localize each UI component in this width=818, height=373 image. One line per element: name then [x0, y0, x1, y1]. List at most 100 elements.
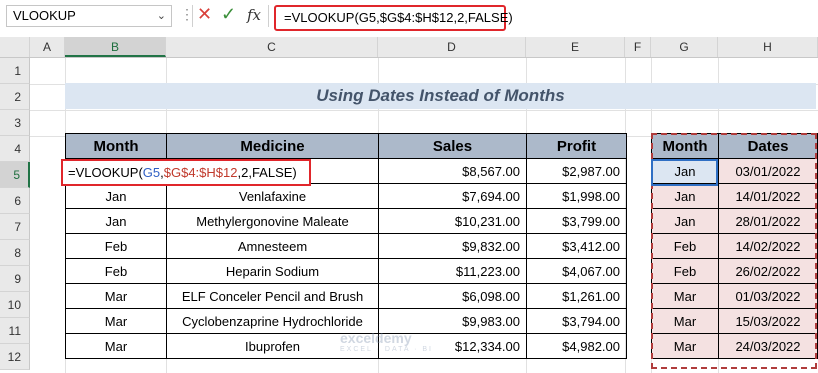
- cell-date[interactable]: 28/01/2022: [718, 208, 818, 234]
- cell-month[interactable]: Mar: [651, 308, 719, 334]
- table-row: Jan Methylergonovine Maleate $10,231.00 …: [65, 208, 627, 234]
- cancel-icon[interactable]: ✕: [197, 4, 212, 25]
- column-header-g[interactable]: G: [651, 37, 718, 57]
- cell-profit[interactable]: $1,998.00: [526, 183, 627, 209]
- formula-prefix: =VLOOKUP(: [68, 165, 143, 180]
- cell-medicine[interactable]: ELF Conceler Pencil and Brush: [166, 283, 379, 309]
- row-header-6[interactable]: 6: [0, 188, 30, 214]
- cell-date[interactable]: 24/03/2022: [718, 333, 818, 359]
- table-row: Feb Heparin Sodium $11,223.00 $4,067.00: [65, 258, 627, 284]
- cell-sales[interactable]: $10,231.00: [378, 208, 527, 234]
- cell-sales[interactable]: $11,223.00: [378, 258, 527, 284]
- row-header-8[interactable]: 8: [0, 240, 30, 266]
- cell-month[interactable]: Mar: [651, 283, 719, 309]
- cell-sales[interactable]: $9,832.00: [378, 233, 527, 259]
- column-header-h[interactable]: H: [718, 37, 818, 57]
- cell-profit[interactable]: $3,412.00: [526, 233, 627, 259]
- table-row: Feb Amnesteem $9,832.00 $3,412.00: [65, 233, 627, 259]
- table-row: Feb 14/02/2022: [651, 233, 818, 259]
- header-medicine[interactable]: Medicine: [166, 133, 379, 159]
- cell-month[interactable]: Jan: [651, 183, 719, 209]
- cell-month[interactable]: Jan: [651, 208, 719, 234]
- select-all-corner[interactable]: [0, 37, 30, 57]
- cell-profit[interactable]: $3,794.00: [526, 308, 627, 334]
- row-header-2[interactable]: 2: [0, 84, 30, 110]
- header-dates[interactable]: Dates: [718, 133, 818, 159]
- insert-function-icon[interactable]: fx: [247, 6, 261, 24]
- cell-date[interactable]: 14/02/2022: [718, 233, 818, 259]
- gridline: [30, 110, 818, 111]
- column-header-f[interactable]: F: [625, 37, 651, 57]
- cell-month[interactable]: Feb: [651, 233, 719, 259]
- cell-profit[interactable]: $3,799.00: [526, 208, 627, 234]
- header-sales[interactable]: Sales: [378, 133, 527, 159]
- cell-medicine[interactable]: Heparin Sodium: [166, 258, 379, 284]
- name-box-value: VLOOKUP: [13, 8, 76, 23]
- header-month[interactable]: Month: [65, 133, 167, 159]
- cell-date[interactable]: 03/01/2022: [718, 158, 818, 184]
- cell-sales[interactable]: $8,567.00: [378, 158, 527, 184]
- row-header-7[interactable]: 7: [0, 214, 30, 240]
- cell-month[interactable]: Mar: [65, 283, 167, 309]
- sheet-title[interactable]: Using Dates Instead of Months: [65, 83, 816, 109]
- cell-sales[interactable]: $7,694.00: [378, 183, 527, 209]
- cell-month[interactable]: Mar: [65, 333, 167, 359]
- watermark-brand: exceldemy: [340, 330, 412, 346]
- cell-month[interactable]: Jan: [65, 183, 167, 209]
- active-cell-editor[interactable]: =VLOOKUP(G5,$G$4:$H$12,2,FALSE): [61, 159, 311, 186]
- column-header-d[interactable]: D: [378, 37, 526, 57]
- cell-month[interactable]: Jan: [651, 158, 719, 184]
- table-row: Jan 28/01/2022: [651, 208, 818, 234]
- column-header-a[interactable]: A: [30, 37, 65, 57]
- cell-profit[interactable]: $4,982.00: [526, 333, 627, 359]
- cell-month[interactable]: Feb: [651, 258, 719, 284]
- cell-month[interactable]: Feb: [65, 258, 167, 284]
- row-header-1[interactable]: 1: [0, 58, 30, 84]
- lookup-table: Month Dates Jan 03/01/2022 Jan 14/01/202…: [651, 133, 818, 359]
- cell-month[interactable]: Jan: [65, 208, 167, 234]
- formula-ref-range: $G$4:$H$12: [163, 165, 238, 180]
- cell-medicine[interactable]: Venlafaxine: [166, 183, 379, 209]
- table-row: Mar 01/03/2022: [651, 283, 818, 309]
- cell-profit[interactable]: $1,261.00: [526, 283, 627, 309]
- header-profit[interactable]: Profit: [526, 133, 627, 159]
- row-header-12[interactable]: 12: [0, 344, 30, 370]
- table-row: Jan 14/01/2022: [651, 183, 818, 209]
- row-header-5[interactable]: 5: [0, 162, 30, 188]
- table-row: Mar 24/03/2022: [651, 333, 818, 359]
- table-header-row: Month Dates: [651, 133, 818, 159]
- table-row: Jan Venlafaxine $7,694.00 $1,998.00: [65, 183, 627, 209]
- column-header-c[interactable]: C: [166, 37, 378, 57]
- table-row: Jan 03/01/2022: [651, 158, 818, 184]
- watermark-tagline: EXCEL · DATA · BI: [340, 346, 433, 353]
- divider: [192, 5, 193, 27]
- column-header-bar: A B C D E F G H: [0, 37, 818, 58]
- cell-profit[interactable]: $2,987.00: [526, 158, 627, 184]
- cell-month[interactable]: Mar: [65, 308, 167, 334]
- formula-input[interactable]: =VLOOKUP(G5,$G$4:$H$12,2,FALSE): [274, 5, 513, 31]
- cell-month[interactable]: Mar: [651, 333, 719, 359]
- header-month[interactable]: Month: [651, 133, 719, 159]
- row-header-11[interactable]: 11: [0, 318, 30, 344]
- cell-medicine[interactable]: Amnesteem: [166, 233, 379, 259]
- cell-date[interactable]: 14/01/2022: [718, 183, 818, 209]
- row-header-10[interactable]: 10: [0, 292, 30, 318]
- column-header-b[interactable]: B: [65, 37, 166, 57]
- cell-month[interactable]: Feb: [65, 233, 167, 259]
- chevron-down-icon[interactable]: ⌄: [157, 6, 166, 26]
- formula-bar-area: VLOOKUP ⌄ ⋮ ✕ ✓ fx =VLOOKUP(G5,$G$4:$H$1…: [0, 0, 818, 33]
- cell-date[interactable]: 15/03/2022: [718, 308, 818, 334]
- name-box[interactable]: VLOOKUP ⌄: [6, 5, 172, 27]
- enter-check-icon[interactable]: ✓: [221, 4, 236, 25]
- row-header-3[interactable]: 3: [0, 110, 30, 136]
- cell-date[interactable]: 01/03/2022: [718, 283, 818, 309]
- table-row: Mar ELF Conceler Pencil and Brush $6,098…: [65, 283, 627, 309]
- cell-date[interactable]: 26/02/2022: [718, 258, 818, 284]
- row-header-9[interactable]: 9: [0, 266, 30, 292]
- cell-profit[interactable]: $4,067.00: [526, 258, 627, 284]
- watermark-logo: exceldemy EXCEL · DATA · BI: [340, 330, 433, 353]
- cell-medicine[interactable]: Methylergonovine Maleate: [166, 208, 379, 234]
- cell-sales[interactable]: $6,098.00: [378, 283, 527, 309]
- row-header-4[interactable]: 4: [0, 136, 30, 162]
- column-header-e[interactable]: E: [526, 37, 625, 57]
